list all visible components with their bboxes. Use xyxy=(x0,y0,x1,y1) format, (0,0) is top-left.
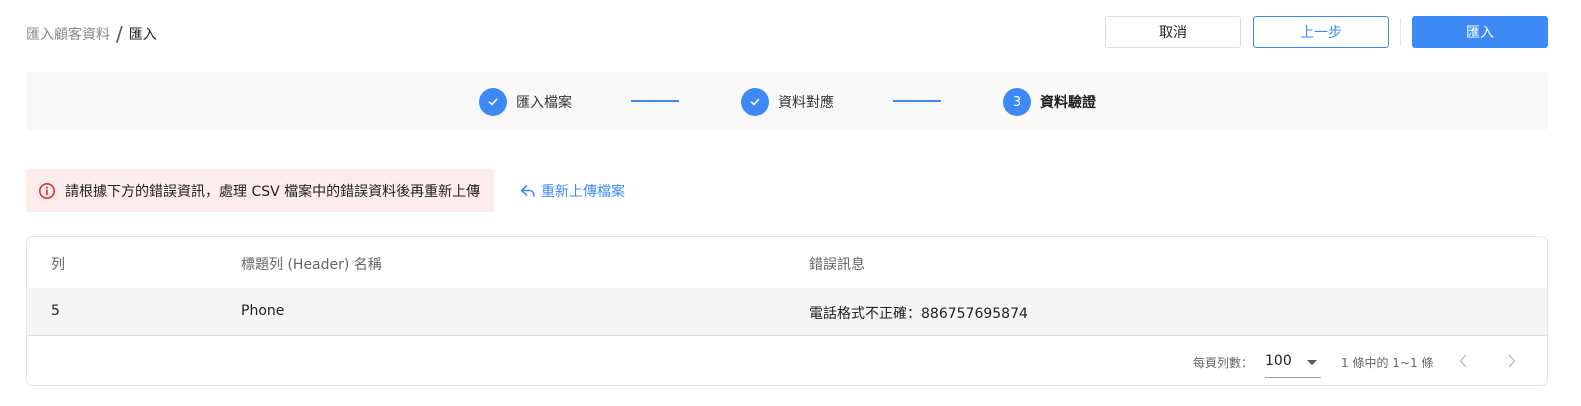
rows-per-page-label: 每頁列數： xyxy=(1193,356,1254,370)
step-connector xyxy=(893,100,941,102)
rows-per-page-select[interactable]: 100 xyxy=(1265,349,1321,378)
breadcrumb-parent[interactable]: 匯入顧客資料 xyxy=(26,24,110,44)
column-header-row: 列 xyxy=(51,257,65,273)
error-table: 列 標題列 (Header) 名稱 錯誤訊息 5 Phone 電話格式不正確：8… xyxy=(26,236,1548,386)
step-import-file: 匯入檔案 xyxy=(479,88,572,116)
reply-icon xyxy=(519,182,537,200)
alert-message: 請根據下方的錯誤資訊，處理 CSV 檔案中的錯誤資料後再重新上傳 xyxy=(65,183,481,200)
pagination-range: 1 條中的 1~1 條 xyxy=(1341,356,1434,370)
previous-page-button[interactable] xyxy=(1452,350,1474,372)
chevron-right-icon xyxy=(1508,354,1516,368)
pagination: 每頁列數： 100 1 條中的 1~1 條 xyxy=(27,336,1547,385)
cell-error-message: 電話格式不正確：886757695874 xyxy=(809,306,1028,322)
breadcrumb: 匯入顧客資料 / 匯入 xyxy=(26,24,157,44)
breadcrumb-current: 匯入 xyxy=(128,27,157,43)
caret-down-icon xyxy=(1307,360,1317,365)
previous-step-button[interactable]: 上一步 xyxy=(1253,16,1389,48)
reupload-file-link[interactable]: 重新上傳檔案 xyxy=(519,181,625,201)
table-header: 列 標題列 (Header) 名稱 錯誤訊息 xyxy=(27,237,1547,289)
info-icon xyxy=(38,182,56,200)
step-label: 資料驗證 xyxy=(1040,95,1096,111)
step-connector xyxy=(631,100,679,102)
rows-per-page-value: 100 xyxy=(1265,353,1292,369)
check-icon xyxy=(479,88,507,116)
cancel-button[interactable]: 取消 xyxy=(1105,16,1241,48)
column-header-name: 標題列 (Header) 名稱 xyxy=(241,257,382,273)
step-number: 3 xyxy=(1003,88,1031,116)
top-bar: 匯入顧客資料 / 匯入 取消 上一步 匯入 xyxy=(26,16,1548,48)
step-data-validation: 3 資料驗證 xyxy=(1003,88,1096,116)
toolbar-divider xyxy=(1400,18,1401,46)
error-alert: 請根據下方的錯誤資訊，處理 CSV 檔案中的錯誤資料後再重新上傳 xyxy=(26,169,494,212)
cell-header-name: Phone xyxy=(241,303,285,319)
cell-row-number: 5 xyxy=(51,303,60,319)
check-icon xyxy=(741,88,769,116)
step-label: 匯入檔案 xyxy=(516,95,572,111)
stepper: 匯入檔案 資料對應 3 資料驗證 xyxy=(26,72,1548,130)
next-page-button[interactable] xyxy=(1501,350,1523,372)
chevron-left-icon xyxy=(1459,354,1467,368)
import-button[interactable]: 匯入 xyxy=(1412,16,1548,48)
step-data-mapping: 資料對應 xyxy=(741,88,834,116)
step-label: 資料對應 xyxy=(778,95,834,111)
reupload-label: 重新上傳檔案 xyxy=(541,184,625,200)
column-header-error: 錯誤訊息 xyxy=(809,257,865,273)
table-row: 5 Phone 電話格式不正確：886757695874 xyxy=(27,288,1547,336)
breadcrumb-separator: / xyxy=(116,22,123,46)
